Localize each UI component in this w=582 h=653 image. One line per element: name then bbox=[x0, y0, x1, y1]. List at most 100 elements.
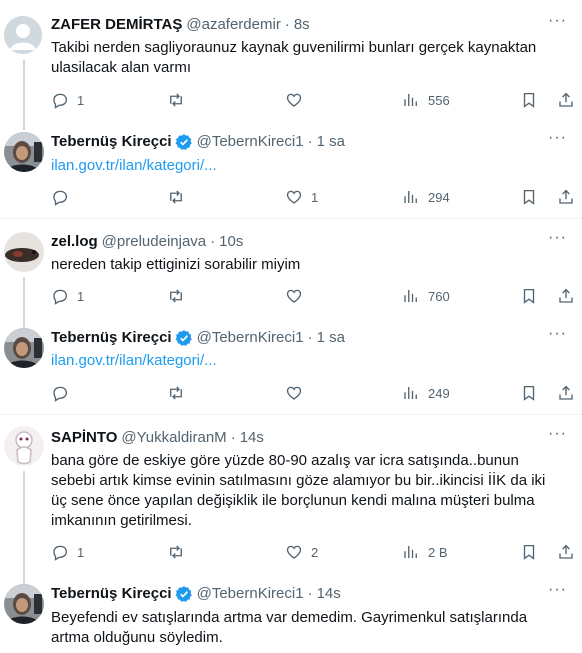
view-count: 249 bbox=[428, 385, 450, 401]
retweet-button[interactable] bbox=[167, 187, 193, 207]
display-name[interactable]: Tebernüş Kireçci bbox=[51, 584, 172, 604]
reply-count: 1 bbox=[77, 92, 85, 108]
timestamp[interactable]: 14s bbox=[240, 428, 264, 448]
share-button[interactable] bbox=[557, 286, 575, 306]
avatar[interactable] bbox=[4, 132, 44, 172]
tweet-header: SAPİNTO @YukkaldiranM · 14s bbox=[51, 428, 264, 448]
more-options-icon[interactable]: ··· bbox=[548, 13, 566, 35]
timestamp[interactable]: 14s bbox=[317, 584, 341, 604]
share-button[interactable] bbox=[557, 187, 575, 207]
more-options-icon[interactable]: ··· bbox=[548, 582, 566, 604]
share-icon bbox=[559, 189, 573, 204]
retweet-button[interactable] bbox=[167, 542, 193, 562]
action-bar: 1 294 bbox=[51, 187, 573, 207]
timestamp[interactable]: 1 sa bbox=[317, 132, 345, 152]
retweet-button[interactable] bbox=[167, 90, 193, 110]
like-button[interactable]: 2 bbox=[285, 542, 318, 562]
bookmark-button[interactable] bbox=[520, 187, 538, 207]
share-button[interactable] bbox=[557, 90, 575, 110]
tweet[interactable]: Tebernüş Kireçci @TebernKireci1 · 1 sa ·… bbox=[0, 120, 582, 218]
analytics-icon bbox=[404, 290, 417, 302]
analytics-icon bbox=[404, 546, 417, 558]
separator-dot: · bbox=[230, 429, 236, 446]
bookmark-button[interactable] bbox=[520, 542, 538, 562]
reply-button[interactable] bbox=[51, 187, 77, 207]
display-name[interactable]: SAPİNTO bbox=[51, 428, 117, 448]
tweet-link[interactable]: ilan.gov.tr/ilan/kategori/... bbox=[51, 351, 566, 371]
views-button[interactable]: 2 B bbox=[402, 542, 448, 562]
tweet-text: Takibi nerden sagliyoraunuz kaynak guven… bbox=[51, 38, 566, 78]
timestamp[interactable]: 8s bbox=[294, 15, 310, 35]
views-button[interactable]: 556 bbox=[402, 90, 450, 110]
more-options-icon[interactable]: ··· bbox=[548, 326, 566, 348]
reply-button[interactable]: 1 bbox=[51, 286, 84, 306]
retweet-icon bbox=[170, 190, 182, 204]
views-button[interactable]: 249 bbox=[402, 383, 450, 403]
more-options-icon[interactable]: ··· bbox=[548, 130, 566, 152]
like-button[interactable] bbox=[285, 383, 311, 403]
user-handle[interactable]: @YukkaldiranM bbox=[121, 428, 226, 448]
user-handle[interactable]: @TebernKireci1 bbox=[197, 132, 304, 152]
separator-dot: · bbox=[307, 329, 313, 346]
tweet[interactable]: SAPİNTO @YukkaldiranM · 14s ··· bana gör… bbox=[0, 415, 582, 591]
user-handle[interactable]: @TebernKireci1 bbox=[197, 328, 304, 348]
separator-dot: · bbox=[307, 133, 313, 150]
views-button[interactable]: 760 bbox=[402, 286, 450, 306]
share-button[interactable] bbox=[557, 383, 575, 403]
tweet-header: zel.log @preludeinjava · 10s bbox=[51, 232, 243, 252]
user-handle[interactable]: @azaferdemir bbox=[186, 15, 280, 35]
reply-icon bbox=[53, 190, 68, 206]
tweet[interactable]: ZAFER DEMİRTAŞ @azaferdemir · 8s ··· Tak… bbox=[0, 0, 582, 130]
user-handle[interactable]: @preludeinjava bbox=[102, 232, 206, 252]
retweet-button[interactable] bbox=[167, 383, 193, 403]
separator-dot: · bbox=[284, 16, 290, 33]
like-count: 1 bbox=[311, 189, 319, 205]
retweet-icon bbox=[170, 289, 182, 303]
like-button[interactable]: 1 bbox=[285, 187, 318, 207]
tweet-text: ilan.gov.tr/ilan/kategori/... bbox=[51, 351, 566, 371]
avatar[interactable] bbox=[4, 232, 44, 272]
more-options-icon[interactable]: ··· bbox=[548, 426, 566, 448]
share-button[interactable] bbox=[557, 542, 575, 562]
user-handle[interactable]: @TebernKireci1 bbox=[197, 584, 304, 604]
bookmark-button[interactable] bbox=[520, 383, 538, 403]
like-button[interactable] bbox=[285, 90, 311, 110]
avatar[interactable] bbox=[4, 16, 42, 54]
reply-button[interactable]: 1 bbox=[51, 542, 84, 562]
more-options-icon[interactable]: ··· bbox=[548, 230, 566, 252]
view-count: 2 B bbox=[428, 544, 448, 560]
display-name[interactable]: Tebernüş Kireçci bbox=[51, 328, 172, 348]
reply-count: 1 bbox=[77, 544, 85, 560]
display-name[interactable]: Tebernüş Kireçci bbox=[51, 132, 172, 152]
tweet-text-line: Takibi nerden sagliyoraunuz kaynak guven… bbox=[51, 39, 537, 56]
tweet[interactable]: zel.log @preludeinjava · 10s ··· nereden… bbox=[0, 219, 582, 337]
avatar[interactable] bbox=[4, 584, 44, 624]
tweet-text-line: ulasilacak alan varmı bbox=[51, 59, 192, 76]
action-bar: 249 bbox=[51, 383, 573, 403]
tweet-link[interactable]: ilan.gov.tr/ilan/kategori/... bbox=[51, 156, 566, 176]
heart-icon bbox=[286, 289, 302, 303]
avatar[interactable] bbox=[4, 426, 44, 466]
bookmark-button[interactable] bbox=[520, 286, 538, 306]
action-bar: 1 556 bbox=[51, 90, 573, 110]
avatar[interactable] bbox=[4, 328, 44, 368]
heart-icon bbox=[286, 190, 302, 204]
verified-badge-icon bbox=[175, 134, 192, 150]
like-button[interactable] bbox=[285, 286, 311, 306]
tweet[interactable]: Tebernüş Kireçci @TebernKireci1 · 14s ··… bbox=[0, 573, 582, 653]
tweet-text: nereden takip ettiginizi sorabilir miyim bbox=[51, 255, 566, 275]
reply-button[interactable] bbox=[51, 383, 77, 403]
display-name[interactable]: zel.log bbox=[51, 232, 98, 252]
retweet-button[interactable] bbox=[167, 286, 193, 306]
views-button[interactable]: 294 bbox=[402, 187, 450, 207]
bookmark-icon bbox=[523, 92, 535, 108]
timestamp[interactable]: 1 sa bbox=[317, 328, 345, 348]
reply-button[interactable]: 1 bbox=[51, 90, 84, 110]
reply-icon bbox=[53, 289, 68, 305]
tweet[interactable]: Tebernüş Kireçci @TebernKireci1 · 1 sa ·… bbox=[0, 315, 582, 414]
tweet-header: Tebernüş Kireçci @TebernKireci1 · 1 sa bbox=[51, 132, 345, 152]
tweet-text: bana göre de eskiye göre yüzde 80-90 aza… bbox=[51, 451, 566, 531]
display-name[interactable]: ZAFER DEMİRTAŞ bbox=[51, 15, 182, 35]
timestamp[interactable]: 10s bbox=[219, 232, 243, 252]
bookmark-button[interactable] bbox=[520, 90, 538, 110]
